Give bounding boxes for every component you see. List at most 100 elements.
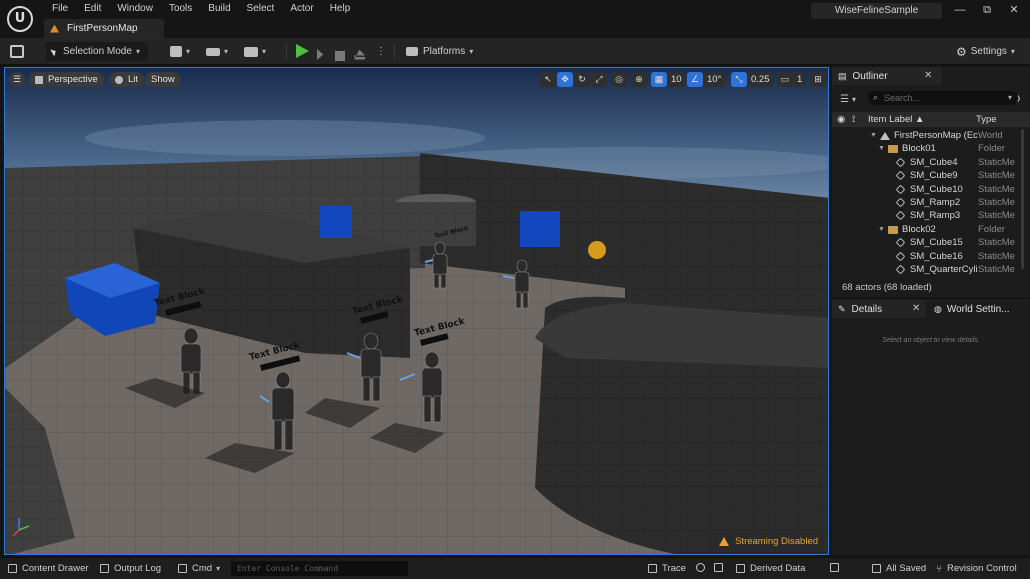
step-button[interactable] bbox=[317, 45, 326, 64]
stop-button[interactable] bbox=[335, 46, 345, 65]
level-viewport[interactable]: Text Block Text Block Text Block Text Bl… bbox=[4, 67, 829, 555]
tree-row-mesh[interactable]: SM_Cube4 StaticMe bbox=[832, 156, 1030, 169]
pin-icon[interactable]: ⟟ bbox=[852, 114, 856, 125]
settings-dropdown[interactable]: ⚙ Settings ▾ bbox=[956, 42, 1015, 61]
menu-tools[interactable]: Tools bbox=[161, 3, 200, 15]
tree-item-type: StaticMe bbox=[978, 210, 1015, 222]
close-outliner-icon[interactable]: ✕ bbox=[924, 70, 932, 81]
tree-item-type: StaticMe bbox=[978, 183, 1015, 195]
tree-row-mesh[interactable]: SM_Cube16 StaticMe bbox=[832, 250, 1030, 263]
save-all-icon bbox=[872, 564, 881, 573]
chevron-down-icon: ▾ bbox=[135, 47, 140, 56]
menu-select[interactable]: Select bbox=[239, 3, 283, 15]
cmd-dropdown[interactable]: Cmd ▾ bbox=[178, 563, 220, 574]
lit-label: Lit bbox=[128, 74, 139, 85]
play-options-button[interactable]: ⋮ bbox=[376, 42, 386, 61]
folder-icon bbox=[888, 145, 898, 154]
viewport-menu-button[interactable]: ☰ bbox=[9, 72, 25, 87]
menu-help[interactable]: Help bbox=[322, 3, 359, 15]
scale-snap-icon[interactable]: ⤡ bbox=[731, 72, 747, 87]
derived-data-button[interactable]: Derived Data bbox=[736, 563, 805, 574]
tree-row-mesh[interactable]: SM_Cube10 StaticMe bbox=[832, 183, 1030, 196]
tree-row-mesh[interactable]: SM_Cube9 StaticMe bbox=[832, 169, 1030, 182]
scale-snap-value[interactable]: 0.25 bbox=[747, 72, 774, 87]
output-log-button[interactable]: Output Log bbox=[100, 563, 161, 574]
surface-snap-icon[interactable]: ⊕ bbox=[631, 72, 647, 87]
menu-window[interactable]: Window bbox=[109, 3, 161, 15]
minimize-button[interactable]: — bbox=[950, 3, 970, 17]
static-mesh-icon bbox=[895, 251, 906, 261]
settings-label: Settings bbox=[970, 46, 1007, 57]
camera-speed-icon[interactable]: ▭ bbox=[777, 72, 793, 87]
rotate-icon[interactable]: ↻ bbox=[574, 72, 590, 87]
tree-item-type: World bbox=[978, 130, 1003, 141]
trace-button[interactable]: Trace bbox=[648, 563, 686, 574]
lit-button[interactable]: Lit bbox=[109, 72, 145, 87]
world-local-icon[interactable]: ◎ bbox=[611, 72, 627, 87]
perspective-button[interactable]: Perspective bbox=[29, 72, 104, 87]
eject-button[interactable] bbox=[354, 45, 365, 64]
cmd-label: Cmd bbox=[192, 563, 213, 574]
expand-caret-icon[interactable]: ▼ bbox=[878, 223, 885, 236]
viewport-layout-icon[interactable]: ⊞ bbox=[810, 72, 826, 87]
revision-control-button[interactable]: ⑂ Revision Control bbox=[936, 563, 1017, 575]
menu-file[interactable]: File bbox=[44, 3, 76, 15]
console-command-input[interactable]: Enter Console Command bbox=[231, 561, 408, 576]
close-details-icon[interactable]: ✕ bbox=[912, 303, 920, 314]
content-drawer-button[interactable]: Content Drawer bbox=[8, 563, 89, 574]
item-label-column[interactable]: Item Label ▲ bbox=[868, 114, 924, 125]
selection-mode-dropdown[interactable]: Selection Mode ▾ bbox=[46, 42, 148, 61]
outliner-search-input[interactable]: Search... bbox=[868, 91, 1018, 105]
expand-caret-icon[interactable]: ▼ bbox=[878, 142, 885, 155]
tree-item-type: StaticMe bbox=[978, 156, 1015, 168]
chevron-down-icon: ▾ bbox=[216, 564, 221, 573]
add-actor-button[interactable]: ▾ bbox=[170, 42, 190, 61]
maximize-button[interactable]: ⧉ bbox=[977, 3, 997, 17]
grid-snap-icon[interactable]: ▦ bbox=[651, 72, 667, 87]
play-icon[interactable] bbox=[296, 44, 309, 58]
menu-build[interactable]: Build bbox=[200, 3, 238, 15]
filter-icon[interactable]: ☰ bbox=[840, 94, 849, 105]
all-saved-button[interactable]: All Saved bbox=[872, 563, 926, 574]
unreal-logo-icon[interactable]: U bbox=[7, 6, 33, 32]
screenshot-button[interactable] bbox=[714, 563, 728, 572]
visibility-icon[interactable]: ◉ bbox=[837, 114, 845, 125]
grid-snap-value[interactable]: 10 bbox=[667, 72, 686, 87]
tree-row-mesh[interactable]: SM_Ramp2 StaticMe bbox=[832, 196, 1030, 209]
expand-caret-icon[interactable]: ▼ bbox=[870, 129, 877, 142]
platforms-dropdown[interactable]: Platforms ▾ bbox=[406, 42, 473, 61]
tree-row-world[interactable]: ▼ FirstPersonMap (Ec World bbox=[832, 129, 1030, 142]
type-column[interactable]: Type bbox=[976, 114, 997, 125]
tree-row-mesh[interactable]: SM_Ramp3 StaticMe bbox=[832, 209, 1030, 222]
menu-actor[interactable]: Actor bbox=[282, 3, 321, 15]
map-tab[interactable]: FirstPersonMap bbox=[44, 19, 164, 38]
outliner-scrollbar[interactable] bbox=[1021, 129, 1024, 269]
chevron-down-icon[interactable]: ▾ bbox=[852, 95, 856, 104]
cinematics-button[interactable]: ▾ bbox=[244, 42, 266, 61]
camera-speed-value[interactable]: 1 bbox=[793, 72, 807, 87]
world-settings-tab[interactable]: ◍ World Settin... bbox=[928, 300, 1030, 318]
static-mesh-icon bbox=[895, 237, 906, 248]
tree-row-mesh[interactable]: SM_Cube15 StaticMe bbox=[832, 236, 1030, 249]
actor-count: 68 actors (68 loaded) bbox=[842, 282, 932, 293]
scale-icon[interactable]: ⤢ bbox=[591, 72, 607, 87]
rotation-snap-icon[interactable]: ∠ bbox=[687, 72, 703, 87]
tree-row-mesh[interactable]: SM_QuarterCyli StaticMe bbox=[832, 263, 1030, 276]
chevron-down-icon[interactable]: ▾ bbox=[1008, 93, 1012, 102]
menu-edit[interactable]: Edit bbox=[76, 3, 109, 15]
close-button[interactable]: ✕ bbox=[1004, 3, 1024, 17]
save-icon[interactable] bbox=[10, 45, 24, 58]
show-button[interactable]: Show bbox=[145, 72, 181, 87]
tree-row-folder[interactable]: ▼ Block02 Folder bbox=[832, 223, 1030, 236]
translate-icon[interactable]: ✥ bbox=[557, 72, 573, 87]
world-settings-title: World Settin... bbox=[946, 303, 1010, 315]
chevron-down-icon: ▾ bbox=[186, 47, 191, 56]
blueprint-button[interactable]: ▾ bbox=[206, 42, 228, 61]
select-mode-icon[interactable]: ↖ bbox=[540, 72, 556, 87]
rotation-snap-value[interactable]: 10° bbox=[703, 72, 726, 87]
tree-row-folder[interactable]: ▼ Block01 Folder bbox=[832, 142, 1030, 155]
record-button[interactable] bbox=[696, 563, 705, 572]
static-mesh-icon bbox=[895, 197, 906, 208]
source-control-status[interactable] bbox=[830, 563, 844, 572]
static-mesh-icon bbox=[895, 210, 906, 221]
